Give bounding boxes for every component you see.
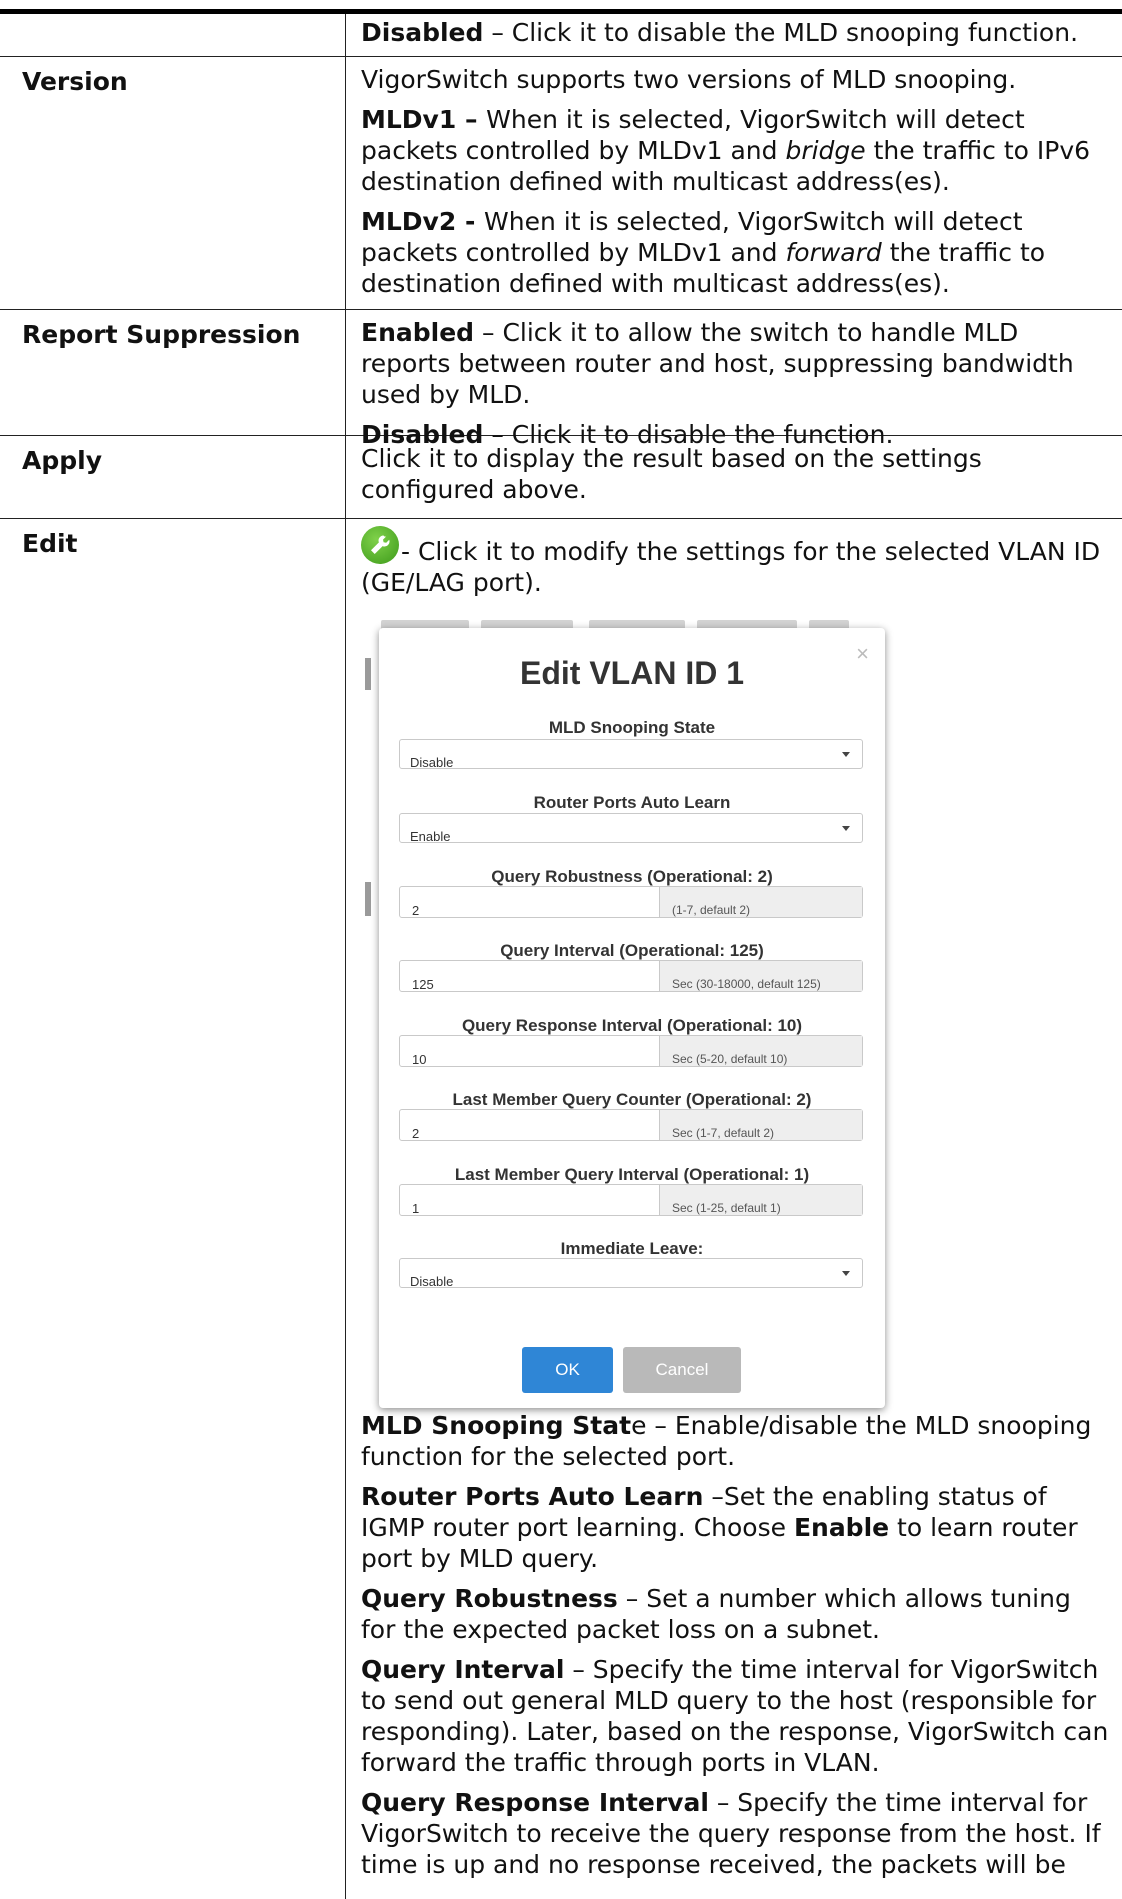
report-enabled: Enabled – Click it to allow the switch t…: [361, 318, 1074, 409]
row-mld-snooping-disabled: Disabled – Click it to disable the MLD s…: [0, 14, 1122, 57]
input-query-response-interval[interactable]: 10 Sec (5-20, default 10): [399, 1035, 863, 1067]
desc-router-ports-auto-learn: Router Ports Auto Learn –Set the enablin…: [361, 1482, 1078, 1573]
chevron-down-icon: [842, 1271, 850, 1276]
description-table: Disabled – Click it to disable the MLD s…: [0, 9, 1122, 1899]
apply-description: Click it to display the result based on …: [361, 444, 982, 504]
input-last-member-query-counter[interactable]: 2 Sec (1-7, default 2): [399, 1109, 863, 1141]
row-edit: Edit - Click it to modify the settings f…: [0, 519, 1122, 1899]
cancel-button[interactable]: Cancel: [623, 1347, 741, 1393]
row-version: Version VigorSwitch supports two version…: [0, 57, 1122, 310]
desc-query-interval: Query Interval – Specify the time interv…: [361, 1655, 1109, 1777]
desc-query-response-interval: Query Response Interval – Specify the ti…: [361, 1788, 1101, 1879]
wrench-icon: [361, 526, 399, 564]
select-router-ports-auto-learn[interactable]: Enable: [399, 813, 863, 844]
row-label-apply: Apply: [0, 436, 346, 518]
select-mld-snooping-state[interactable]: Disable: [399, 739, 863, 770]
edit-description: - Click it to modify the settings for th…: [361, 537, 1101, 597]
edit-vlan-modal: × Edit VLAN ID 1 MLD Snooping State Disa…: [379, 628, 885, 1408]
version-intro: VigorSwitch supports two versions of MLD…: [361, 65, 1017, 94]
row-apply: Apply Click it to display the result bas…: [0, 436, 1122, 519]
ok-button[interactable]: OK: [522, 1347, 613, 1393]
term-disabled: Disabled: [361, 18, 484, 47]
input-last-member-query-interval[interactable]: 1 Sec (1-25, default 1): [399, 1184, 863, 1216]
row-report-suppression: Report Suppression Enabled – Click it to…: [0, 310, 1122, 449]
input-query-robustness[interactable]: 2 (1-7, default 2): [399, 886, 863, 918]
version-mldv2: MLDv2 - When it is selected, VigorSwitch…: [361, 207, 1046, 298]
chevron-down-icon: [842, 752, 850, 757]
select-immediate-leave[interactable]: Disable: [399, 1258, 863, 1289]
row-label-report-suppression: Report Suppression: [0, 310, 346, 435]
term-description: – Click it to disable the MLD snooping f…: [483, 18, 1079, 47]
input-query-interval[interactable]: 125 Sec (30-18000, default 125): [399, 960, 863, 992]
desc-mld-snooping-state: MLD Snooping State – Enable/disable the …: [361, 1411, 1092, 1471]
row-label-version: Version: [0, 57, 346, 309]
version-mldv1: MLDv1 – When it is selected, VigorSwitch…: [361, 105, 1091, 196]
modal-title: Edit VLAN ID 1: [519, 655, 744, 691]
desc-query-robustness: Query Robustness – Set a number which al…: [361, 1584, 1071, 1644]
chevron-down-icon: [842, 826, 850, 831]
row-label: [0, 14, 346, 56]
edit-dialog-screenshot: × Edit VLAN ID 1 MLD Snooping State Disa…: [361, 620, 885, 1408]
row-label-edit: Edit: [0, 519, 346, 1899]
edit-intro: - Click it to modify the settings for th…: [361, 526, 1112, 598]
